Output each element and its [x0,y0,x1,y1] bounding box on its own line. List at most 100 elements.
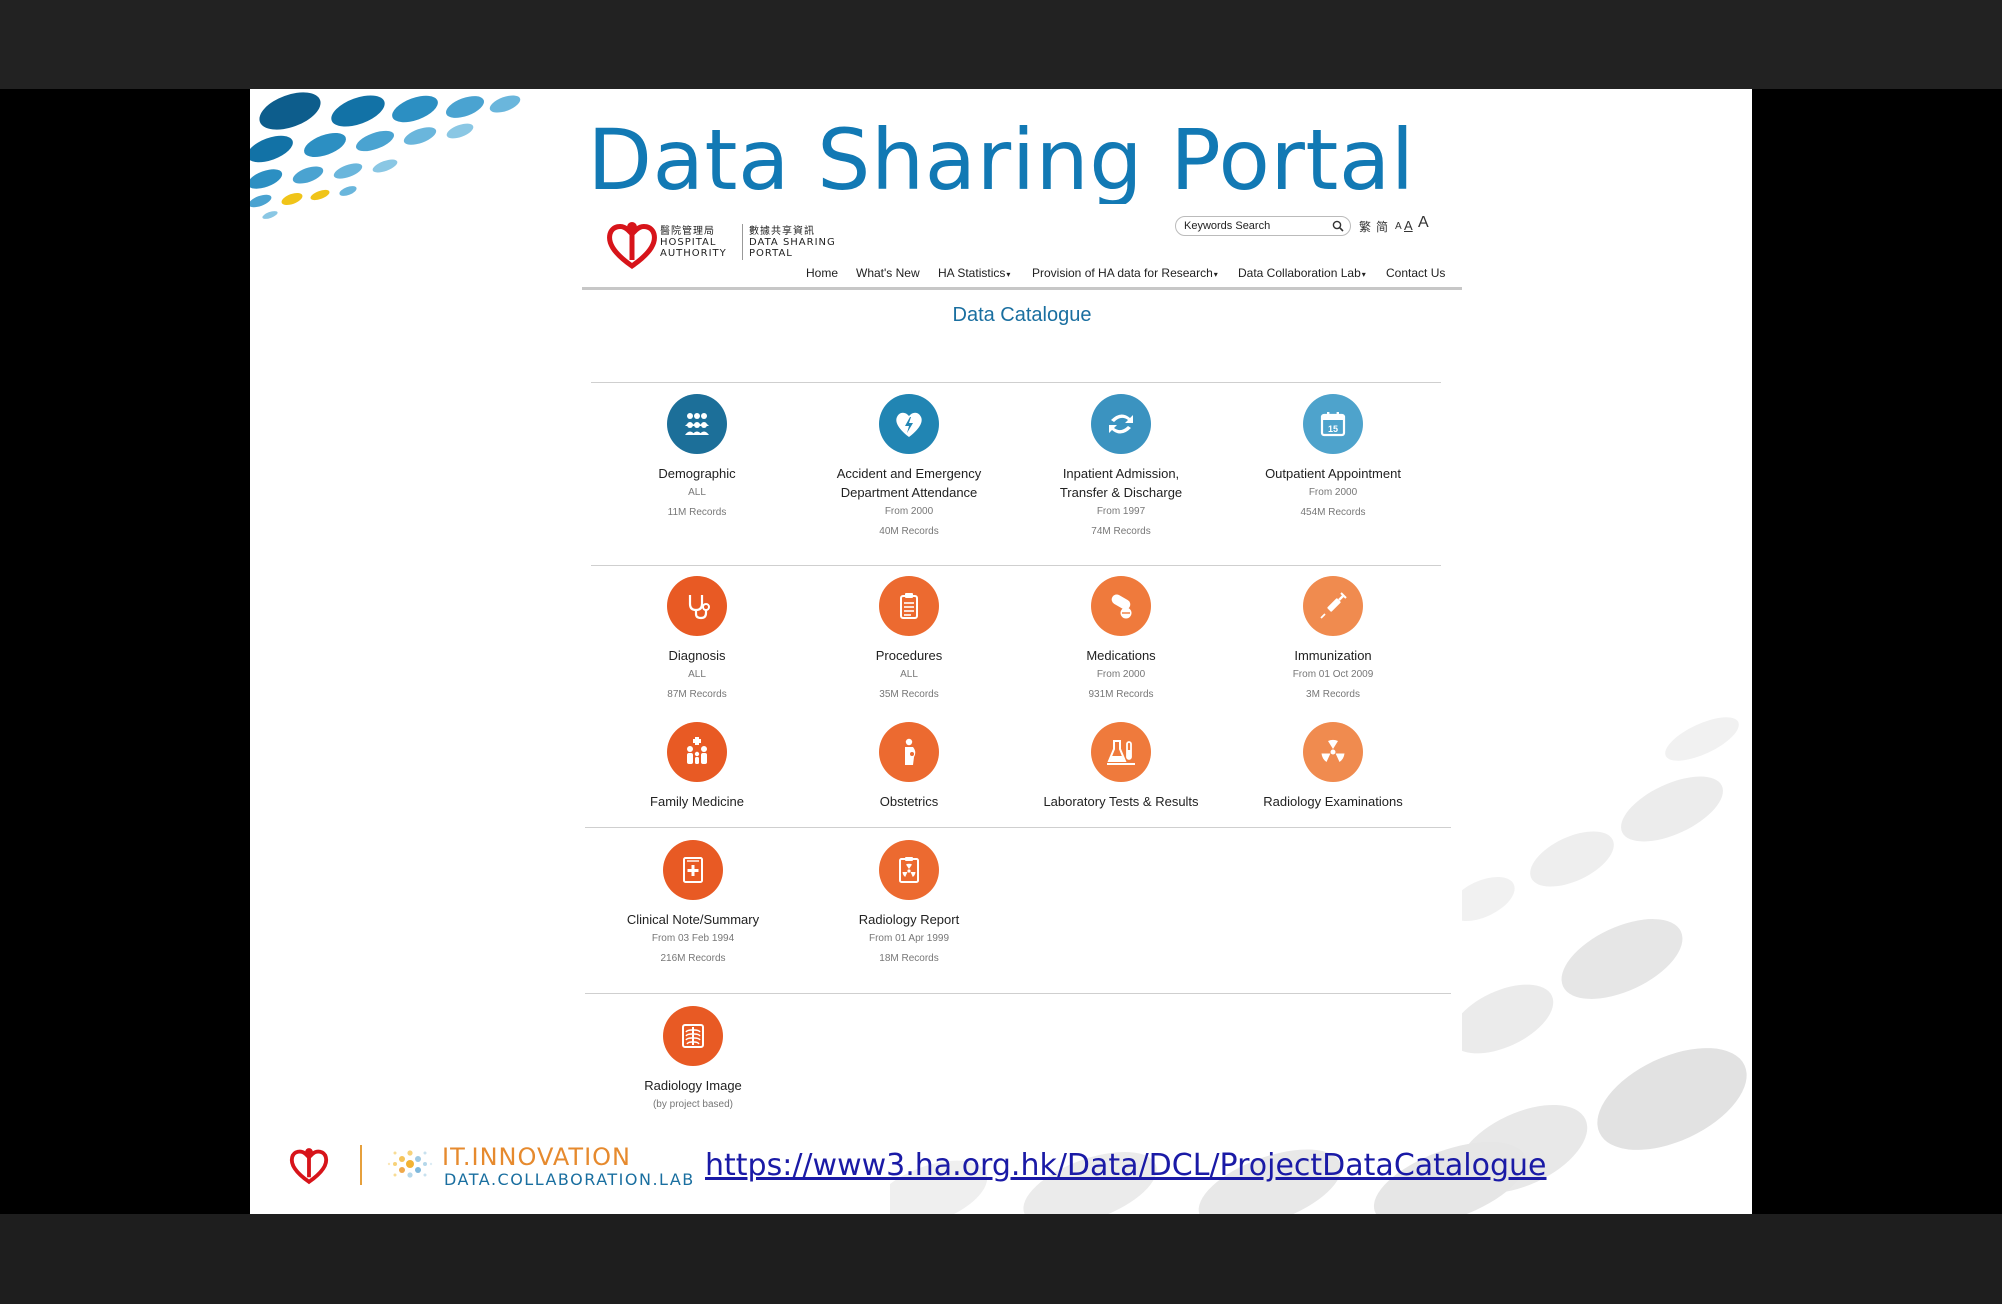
tile-records: 931M Records [1088,689,1154,700]
people-group-icon [685,413,709,435]
tile-name-line1: Accident and Emergency [836,466,982,481]
header-divider [742,224,743,260]
tile-clinical-note[interactable]: Clinical Note/Summary From 03 Feb 1994 2… [593,840,793,969]
tile-immunization[interactable]: Immunization From 01 Oct 2009 3M Records [1233,576,1433,705]
tile-diagnosis[interactable]: Diagnosis ALL 87M Records [597,576,797,705]
search-icon[interactable] [1332,220,1344,232]
pills-icon [1111,594,1132,619]
tile-icon-circle [879,394,939,454]
lang-simplified-link[interactable]: 简 [1376,218,1388,235]
tile-icon-circle [879,840,939,900]
ha-name-en-2: AUTHORITY [660,248,727,259]
tile-name: Demographic [658,466,736,481]
transfer-arrows-icon [1109,414,1133,434]
nav-whats-new[interactable]: What's New [856,266,920,280]
calendar-day: 15 [1328,424,1338,434]
tile-radiology-report[interactable]: Radiology Report From 01 Apr 1999 18M Re… [809,840,1009,969]
tile-inpatient[interactable]: Inpatient Admission, Transfer & Discharge… [1021,394,1221,542]
nav-data-collaboration-lab[interactable]: Data Collaboration Lab▾ [1238,266,1366,280]
tile-period: From 2000 [1308,487,1358,498]
tile-records: 87M Records [667,689,727,700]
font-size-medium[interactable]: A [1404,218,1413,233]
tile-radiology-exam[interactable]: Radiology Examinations [1233,722,1433,811]
tile-period: From 01 Oct 2009 [1292,669,1374,680]
nav-provision-label: Provision of HA data for Research [1032,266,1213,280]
font-size-large[interactable]: A [1418,214,1429,232]
tile-records: 74M Records [1091,526,1151,537]
keyword-search-input[interactable]: Keywords Search [1175,216,1351,236]
data-collaboration-lab-label: DATA.COLLABORATION.LAB [444,1170,695,1189]
catalogue-url-link[interactable]: https://www3.ha.org.hk/Data/DCL/ProjectD… [705,1148,1547,1183]
top-letterbox [0,0,2002,89]
caret-down-icon: ▾ [1213,270,1218,279]
tile-radiology-image[interactable]: Radiology Image (by project based) [593,1006,793,1115]
medical-note-icon [683,857,703,883]
tile-icon-circle [1091,576,1151,636]
section-divider [585,993,1451,994]
font-size-small[interactable]: A [1395,221,1402,232]
tile-obstetrics[interactable]: Obstetrics [809,722,1009,811]
nav-underline [582,287,1462,290]
family-icon [687,737,707,764]
tile-icon-circle [1303,722,1363,782]
tile-name: Radiology Examinations [1263,794,1403,809]
tile-icon-circle [667,722,727,782]
ha-name-zh: 醫院管理局 [660,226,715,237]
tile-medications[interactable]: Medications From 2000 931M Records [1021,576,1221,705]
tile-name-line2: Department Attendance [840,485,978,500]
tile-name: Procedures [875,648,943,663]
tile-period: From 2000 [1096,669,1146,680]
tile-icon-circle [663,840,723,900]
presentation-slide: Data Sharing Portal 醫院管理局 HOSPITAL AUTHO… [250,89,1752,1214]
catalogue-title: Data Catalogue [952,304,1092,326]
tile-laboratory[interactable]: Laboratory Tests & Results [1021,722,1221,811]
section-divider [591,382,1441,383]
tile-records: 18M Records [879,953,939,964]
tile-outpatient[interactable]: 15 Outpatient Appointment From 2000 454M… [1233,394,1433,523]
ha-footer-logo [289,1148,329,1185]
nav-contact-us[interactable]: Contact Us [1386,266,1445,280]
tile-records: 11M Records [667,507,727,518]
tile-period: From 01 Apr 1999 [868,933,950,944]
right-letterbox [1752,89,2002,1214]
tile-name: Laboratory Tests & Results [1043,794,1199,809]
tile-icon-circle [667,576,727,636]
tile-icon-circle [1091,394,1151,454]
nav-ha-statistics-label: HA Statistics [938,266,1006,280]
tile-records: 216M Records [660,953,726,964]
tile-icon-circle [663,1006,723,1066]
nav-home[interactable]: Home [806,266,838,280]
tile-accident-emergency[interactable]: Accident and Emergency Department Attenda… [809,394,1009,542]
tile-icon-circle [1303,576,1363,636]
radiology-report-icon [899,857,919,883]
tile-name: Obstetrics [879,794,939,809]
ha-name-text: 醫院管理局 HOSPITAL AUTHORITY [660,226,727,259]
search-placeholder: Keywords Search [1184,220,1271,232]
portal-name-en-2: PORTAL [749,248,793,259]
heart-bolt-icon [896,412,922,437]
hospital-authority-logo [607,222,657,270]
tile-demographic[interactable]: Demographic ALL 11M Records [597,394,797,523]
footer-divider [360,1145,362,1185]
nav-provision[interactable]: Provision of HA data for Research▾ [1032,266,1218,280]
tile-name: Inpatient Admission, Transfer & Discharge [1021,464,1221,502]
tile-family-medicine[interactable]: Family Medicine [597,722,797,811]
lang-traditional-link[interactable]: 繁 [1359,218,1371,235]
tile-note: (by project based) [652,1099,734,1110]
tile-name: Radiology Image [644,1078,742,1093]
tile-name: Outpatient Appointment [1265,466,1401,481]
tile-name: Diagnosis [668,648,726,663]
tile-procedures[interactable]: Procedures ALL 35M Records [809,576,1009,705]
portal-name-zh: 數據共享資訊 [749,226,815,237]
calendar-icon: 15 [1320,412,1346,437]
left-letterbox [0,89,250,1214]
tile-records: 40M Records [879,526,939,537]
tile-name: Radiology Report [858,912,960,927]
tile-name-line1: Inpatient Admission, [1062,466,1180,481]
main-nav: Home What's New HA Statistics▾ Provision… [582,266,1462,288]
portal-name-en-1: DATA SHARING [749,237,836,248]
nav-ha-statistics[interactable]: HA Statistics▾ [938,266,1010,280]
portal-name-text: 數據共享資訊 DATA SHARING PORTAL [749,226,836,259]
nav-dcl-label: Data Collaboration Lab [1238,266,1361,280]
slide-title: Data Sharing Portal [587,111,1415,209]
